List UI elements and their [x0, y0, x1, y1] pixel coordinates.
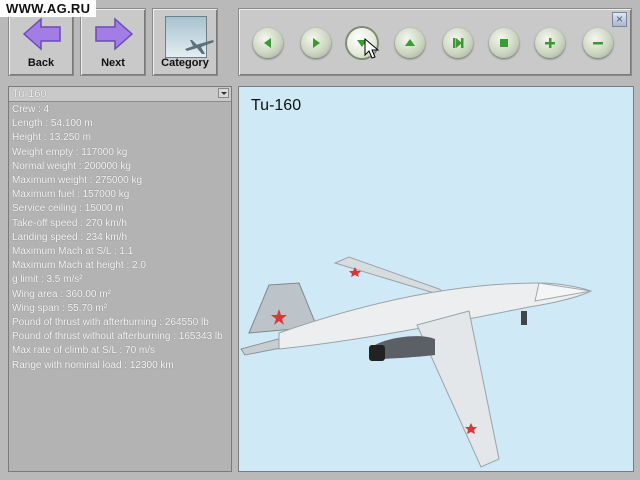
spec-item: Maximum Mach at height : 2.0 — [12, 260, 146, 272]
stop-square-icon — [500, 39, 508, 47]
aircraft-model — [240, 256, 593, 468]
spec-item: Take-off speed : 270 km/h — [12, 217, 127, 229]
spec-item: g limit : 3.5 m/s² — [12, 274, 83, 286]
back-label: Back — [27, 57, 55, 69]
category-button[interactable]: Category — [152, 8, 218, 76]
site-watermark: WWW.AG.RU — [0, 0, 97, 17]
category-label: Category — [161, 57, 209, 69]
triangle-right-icon — [313, 38, 320, 48]
spec-item: Wing area : 360.00 m² — [12, 288, 111, 300]
spec-item: Pound of thrust without afterburning : 1… — [12, 331, 223, 343]
minus-icon — [593, 42, 603, 45]
next-button[interactable]: Next — [80, 8, 146, 76]
spec-item: Height : 13.250 m — [12, 132, 91, 144]
spec-item: Maximum fuel : 157000 kg — [12, 189, 130, 201]
spec-item: Length : 54.100 m — [12, 118, 93, 130]
plus-icon — [545, 38, 555, 48]
chevron-down-icon[interactable] — [218, 88, 229, 98]
triangle-up-icon — [405, 39, 415, 46]
spec-item: Crew : 4 — [12, 104, 50, 115]
spec-item: Max rate of climb at S/L : 70 m/s — [12, 345, 156, 357]
zoom-out-button[interactable] — [583, 28, 613, 58]
aircraft-select[interactable]: Tu-160 — [9, 87, 231, 102]
stop-button[interactable] — [489, 28, 519, 58]
spec-item: Landing speed : 234 km/h — [12, 231, 128, 243]
next-label: Next — [101, 57, 125, 69]
spec-item: Maximum Mach at S/L : 1.1 — [12, 246, 134, 258]
spec-item: Wing span : 55.70 m² — [12, 302, 108, 314]
aircraft-3d-viewer[interactable]: Tu-160 — [238, 86, 634, 472]
aircraft-select-value: Tu-160 — [12, 88, 47, 100]
triangle-left-icon — [264, 38, 271, 48]
rotate-right-button[interactable] — [301, 28, 331, 58]
view-controls: × — [238, 8, 632, 76]
close-icon[interactable]: × — [612, 12, 627, 27]
arrow-right-icon — [95, 17, 134, 51]
spec-item: Service ceiling : 15000 m — [12, 203, 124, 215]
spec-item: Pound of thrust with afterburning : 2645… — [12, 317, 209, 329]
specs-list: Crew : 4 Length : 54.100 m Height : 13.2… — [12, 103, 228, 373]
reset-view-button[interactable] — [443, 28, 473, 58]
spec-item: Normal weight : 200000 kg — [12, 160, 131, 172]
skip-end-icon — [453, 38, 464, 48]
category-thumbnail — [165, 16, 214, 58]
specs-panel: Tu-160 Crew : 4 Length : 54.100 m Height… — [8, 86, 232, 472]
rotate-left-button[interactable] — [253, 28, 283, 58]
mouse-pointer-icon — [364, 38, 380, 59]
spec-item: Range with nominal load : 12300 km — [12, 359, 174, 371]
zoom-in-button[interactable] — [535, 28, 565, 58]
arrow-left-icon — [22, 17, 61, 51]
spec-item: Maximum weight : 275000 kg — [12, 175, 143, 187]
back-button[interactable]: Back — [8, 8, 74, 76]
rotate-up-button[interactable] — [395, 28, 425, 58]
spec-item: Weight empty : 117000 kg — [12, 146, 128, 158]
